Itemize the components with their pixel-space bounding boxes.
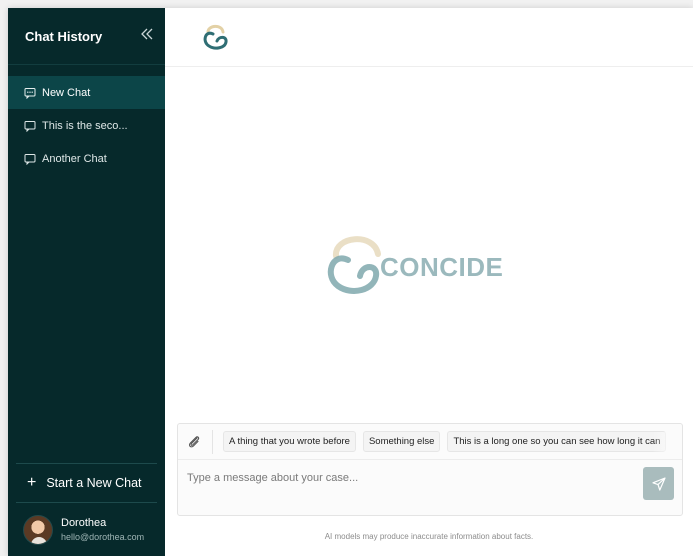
paperclip-icon[interactable] [186, 434, 202, 450]
avatar [23, 514, 53, 545]
user-name: Dorothea [61, 517, 107, 529]
suggestion-chip[interactable]: Something else [362, 431, 441, 452]
plus-icon: + [27, 474, 37, 491]
send-icon [651, 476, 666, 491]
disclaimer-text: AI models may produce inaccurate informa… [324, 532, 534, 541]
send-button[interactable] [643, 467, 674, 500]
start-new-chat-button[interactable]: + Start a New Chat [16, 463, 157, 503]
brand-logo-icon [203, 24, 228, 50]
message-composer: A thing that you wrote before Something … [177, 423, 683, 516]
chat-list: New Chat This is the seco... Another Cha… [8, 76, 165, 175]
center-brand-logo: CONCIDE [322, 230, 503, 300]
chat-item-another[interactable]: Another Chat [8, 142, 165, 175]
chat-dots-icon [24, 87, 36, 99]
double-chevron-left-icon [141, 28, 153, 40]
divider [212, 429, 213, 454]
top-bar [165, 8, 693, 67]
brand-mark-icon [327, 236, 381, 294]
user-email: hello@dorothea.com [61, 532, 145, 542]
sidebar-header: Chat History [8, 8, 165, 65]
collapse-sidebar-button[interactable] [141, 28, 153, 44]
suggestion-chip[interactable]: A thing that you wrote before [223, 431, 356, 452]
scroll-fade [652, 432, 678, 452]
brand-name: CONCIDE [380, 251, 504, 282]
sidebar: Chat History New Chat This is the seco..… [8, 8, 165, 556]
main-panel: CONCIDE A thing that you wrote before So… [165, 8, 693, 556]
chat-item-new-chat[interactable]: New Chat [8, 76, 165, 109]
sidebar-title: Chat History [25, 28, 103, 44]
chat-bubble-icon [24, 120, 36, 132]
sidebar-footer: + Start a New Chat Dorothea hello@doroth… [8, 463, 165, 556]
chat-item-label: Another Chat [42, 152, 107, 165]
start-new-chat-label: Start a New Chat [46, 476, 142, 490]
chat-item-label: This is the seco... [42, 119, 128, 132]
chat-bubble-icon [24, 153, 36, 165]
message-input[interactable] [187, 472, 627, 484]
user-info: Dorothea hello@dorothea.com [61, 517, 144, 542]
chat-item-second[interactable]: This is the seco... [8, 109, 165, 142]
user-profile[interactable]: Dorothea hello@dorothea.com [8, 503, 165, 556]
app-window: Chat History New Chat This is the seco..… [8, 8, 693, 556]
chat-item-label: New Chat [42, 86, 91, 99]
suggestion-chip[interactable]: This is a long one so you can see how lo… [447, 431, 667, 452]
input-row [178, 460, 682, 516]
suggestion-row: A thing that you wrote before Something … [178, 424, 682, 460]
